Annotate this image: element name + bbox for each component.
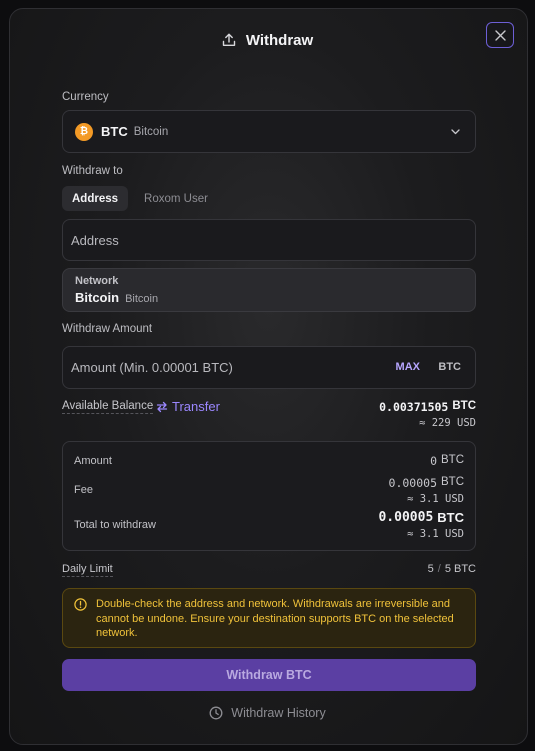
summary-amount-label: Amount [74, 455, 112, 467]
available-balance-label: Available Balance [62, 400, 154, 414]
summary-fee-label: Fee [74, 484, 93, 496]
network-label: Network [75, 275, 119, 287]
tab-roxom-user[interactable]: Roxom User [134, 186, 218, 211]
warning-banner: Double-check the address and network. Wi… [62, 588, 476, 648]
amount-unit: BTC [438, 361, 461, 373]
network-select[interactable]: Network Bitcoin Bitcoin [62, 268, 476, 312]
balance-btc: 0.00371505 BTC [379, 400, 476, 414]
withdraw-history-link[interactable]: Withdraw History [0, 706, 535, 720]
balance-usd: ≈ 229 USD [419, 417, 476, 429]
daily-limit-value: 5 / 5 BTC [428, 563, 476, 575]
daily-limit-max: 5 BTC [444, 563, 476, 575]
amount-input[interactable]: Amount (Min. 0.00001 BTC) MAX BTC [62, 346, 476, 389]
currency-select[interactable]: ₿ BTC Bitcoin [62, 110, 476, 153]
daily-limit-label: Daily Limit [62, 563, 113, 577]
balance-btc-value: 0.00371505 [379, 400, 449, 414]
withdraw-to-label: Withdraw to [62, 165, 123, 177]
amount-placeholder: Amount (Min. 0.00001 BTC) [71, 360, 233, 375]
summary-total-label: Total to withdraw [74, 519, 156, 531]
summary-total-value: 0.00005 [378, 510, 434, 525]
summary-amount-unit: BTC [441, 454, 464, 466]
summary-fee-value: 0.00005 [388, 476, 437, 490]
currency-label: Currency [62, 91, 109, 103]
withdraw-submit-button[interactable]: Withdraw BTC [62, 659, 476, 691]
withdraw-summary: Amount 0 BTC Fee 0.00005 BTC ≈ 3.1 USD T… [62, 441, 476, 551]
warning-icon [74, 598, 87, 611]
modal-header: Withdraw [0, 30, 535, 50]
modal-title: Withdraw [245, 31, 314, 49]
summary-total-unit: BTC [437, 510, 464, 525]
summary-total-usd: ≈ 3.1 USD [407, 528, 464, 540]
currency-name: Bitcoin [133, 125, 169, 138]
daily-limit-used: 5 [427, 563, 434, 575]
withdraw-history-label: Withdraw History [231, 706, 326, 720]
transfer-icon [156, 401, 168, 412]
summary-fee-unit: BTC [441, 476, 464, 488]
chevron-down-icon [451, 129, 460, 135]
daily-limit-separator: / [437, 563, 441, 575]
transfer-link[interactable]: Transfer [156, 399, 220, 414]
transfer-label: Transfer [172, 399, 220, 414]
upload-icon [222, 33, 236, 46]
tab-address[interactable]: Address [62, 186, 129, 211]
warning-text: Double-check the address and network. Wi… [96, 598, 454, 639]
balance-btc-unit: BTC [452, 400, 476, 412]
address-input[interactable]: Address [62, 219, 476, 261]
summary-amount-value: 0 [430, 454, 437, 468]
network-value: Bitcoin [75, 290, 120, 305]
max-button[interactable]: MAX [396, 361, 420, 373]
currency-code: BTC [101, 124, 128, 139]
withdraw-to-tabs: Address Roxom User [62, 186, 218, 211]
summary-fee-usd: ≈ 3.1 USD [407, 493, 464, 505]
bitcoin-icon: ₿ [75, 122, 93, 141]
withdraw-amount-label: Withdraw Amount [62, 323, 153, 335]
network-sub: Bitcoin [125, 293, 159, 305]
clock-icon [209, 706, 223, 720]
